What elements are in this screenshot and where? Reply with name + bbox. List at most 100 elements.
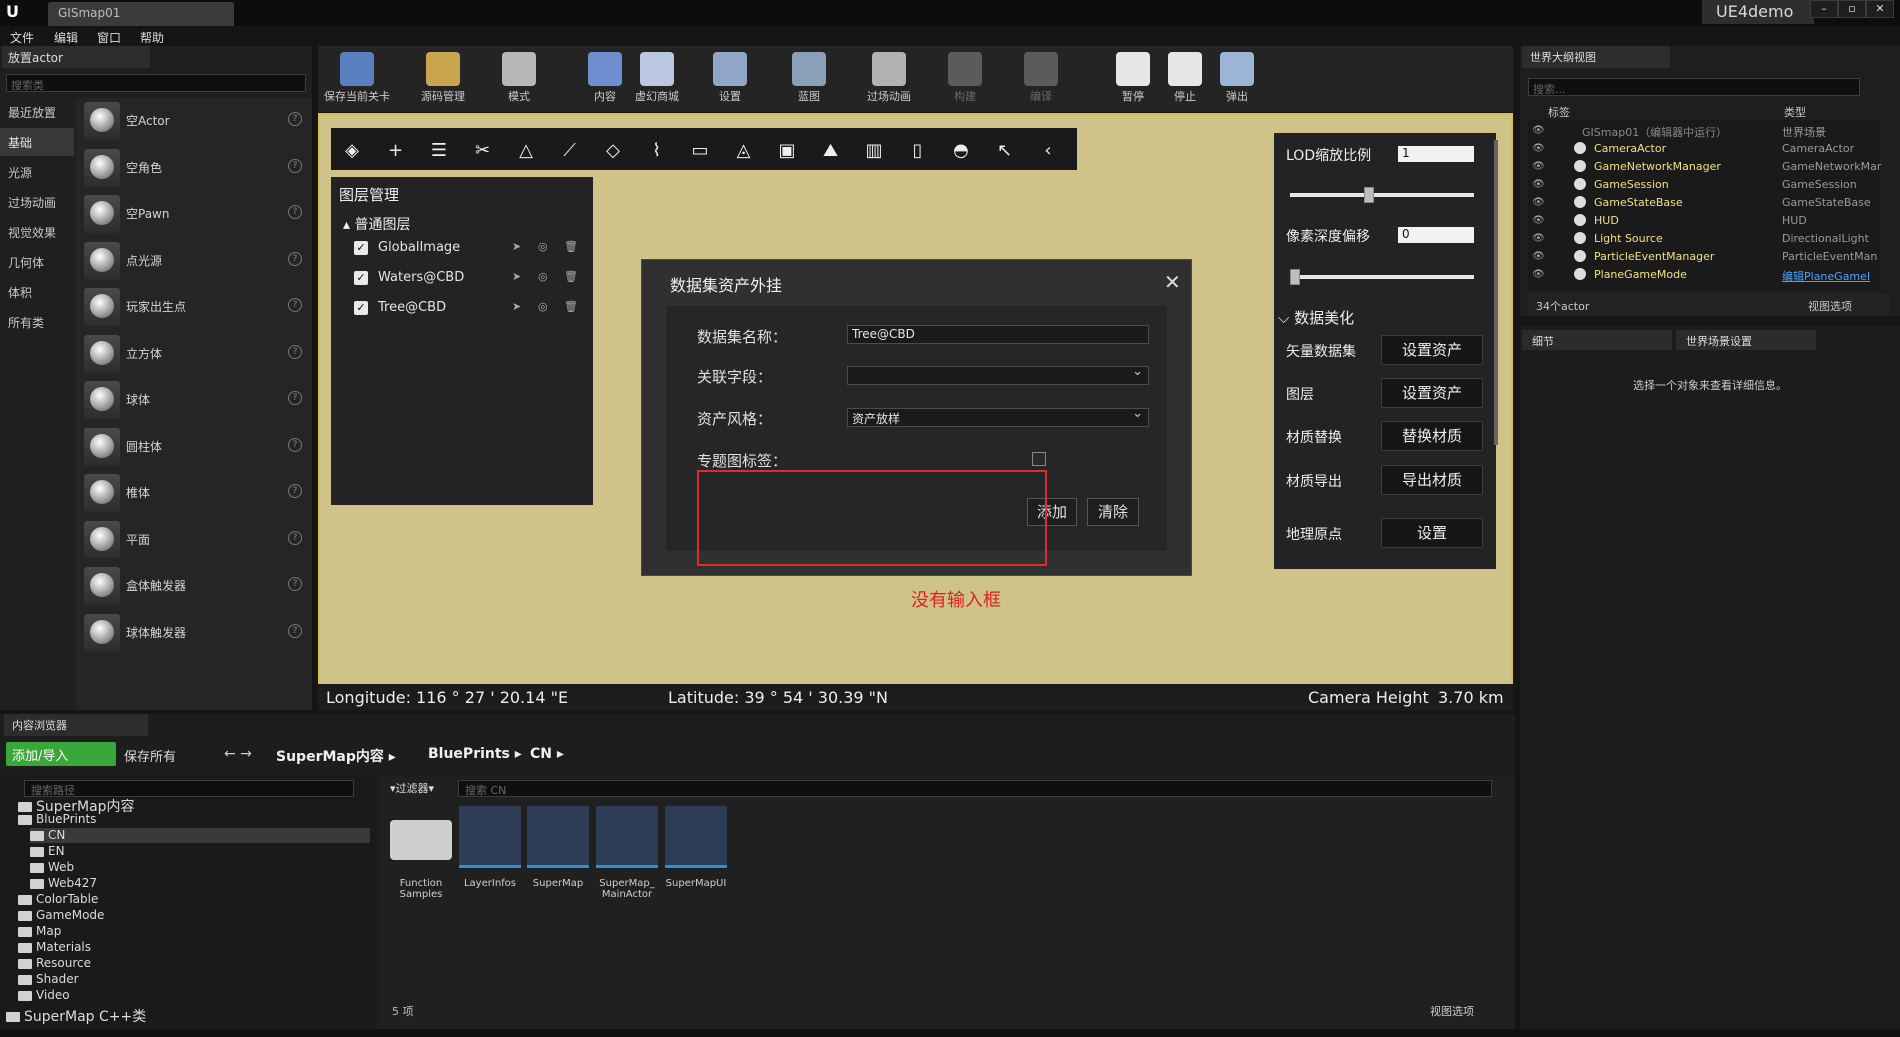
delete-icon[interactable]: 🗑 xyxy=(564,300,578,314)
category-item[interactable]: 最近放置 xyxy=(0,98,74,126)
help-icon[interactable]: ? xyxy=(288,158,302,173)
beauty-row-button[interactable]: 设置资产 xyxy=(1381,378,1483,408)
help-icon[interactable]: ? xyxy=(288,391,302,405)
breadcrumb-blueprints[interactable]: BluePrints ▸ xyxy=(428,746,522,762)
pin-icon[interactable]: ◎ xyxy=(538,240,552,254)
delete-icon[interactable]: 🗑 xyxy=(564,240,578,254)
outliner-row[interactable]: 👁 PlaneGameMode 编辑PlaneGameI xyxy=(1528,266,1888,284)
pin-icon[interactable]: ◎ xyxy=(538,300,552,314)
supermap-tool-icon[interactable]: ◬ xyxy=(731,138,757,164)
folder-tree-item[interactable]: Video xyxy=(18,988,258,1003)
supermap-tool-icon[interactable]: ⌇ xyxy=(644,138,670,164)
category-item[interactable]: 体积 xyxy=(0,278,74,306)
outliner-row[interactable]: 👁 ParticleEventManager ParticleEventMan xyxy=(1528,248,1888,266)
beauty-scrollbar[interactable] xyxy=(1494,140,1498,445)
content-view-options[interactable]: 视图选项 xyxy=(1430,1003,1474,1019)
lod-input[interactable]: 1 xyxy=(1398,146,1474,162)
visibility-eye-icon[interactable]: 👁 xyxy=(1532,215,1545,226)
toolbar-settings-button[interactable]: 设置 xyxy=(695,48,765,110)
clear-button[interactable]: 清除 xyxy=(1087,498,1139,526)
visibility-eye-icon[interactable]: 👁 xyxy=(1532,269,1545,280)
pin-icon[interactable]: ◎ xyxy=(538,270,552,284)
breadcrumb-cn[interactable]: CN ▸ xyxy=(530,746,564,762)
outliner-row[interactable]: 👁 HUD HUD xyxy=(1528,212,1888,230)
place-search-input[interactable]: 搜索类 xyxy=(6,74,306,92)
outliner-view-options[interactable]: 视图选项 xyxy=(1808,298,1852,314)
beauty-section-header[interactable]: ⌵ 数据美化 xyxy=(1278,307,1354,328)
category-item[interactable]: 几何体 xyxy=(0,248,74,276)
supermap-tool-icon[interactable]: ↖ xyxy=(992,138,1018,164)
document-tab[interactable]: GISmap01 xyxy=(48,2,234,26)
supermap-tool-icon[interactable]: ▭ xyxy=(687,138,713,164)
save-all-button[interactable]: 保存所有 xyxy=(124,746,176,765)
place-item[interactable]: 空角色? xyxy=(76,145,312,191)
help-icon[interactable]: ? xyxy=(288,577,302,591)
menu-window[interactable]: 窗口 xyxy=(97,29,121,46)
help-icon[interactable]: ? xyxy=(288,298,302,312)
world-outliner-tab[interactable]: 世界大纲视图 xyxy=(1522,46,1670,68)
maximize-button[interactable]: ▫ xyxy=(1838,0,1866,18)
locate-icon[interactable]: ➤ xyxy=(512,300,526,314)
dataset-name-field[interactable]: Tree@CBD xyxy=(847,325,1149,344)
visibility-eye-icon[interactable]: 👁 xyxy=(1532,125,1545,136)
toolbar-compile-button[interactable]: 编译 xyxy=(1006,48,1076,110)
folder-tree-item[interactable]: SuperMap内容 xyxy=(18,796,258,815)
supermap-tool-icon[interactable]: ☰ xyxy=(426,138,452,164)
visibility-eye-icon[interactable]: 👁 xyxy=(1532,143,1545,154)
help-icon[interactable]: ? xyxy=(288,112,302,126)
visibility-eye-icon[interactable]: 👁 xyxy=(1532,161,1545,172)
layer-visible-checkbox[interactable]: ✓ xyxy=(354,301,368,315)
outliner-row[interactable]: 👁 GameStateBase GameStateBase xyxy=(1528,194,1888,212)
outliner-search-input[interactable]: 搜索... xyxy=(1528,78,1860,96)
layer-visible-checkbox[interactable]: ✓ xyxy=(354,241,368,255)
minimize-button[interactable]: – xyxy=(1810,0,1838,18)
folder-tree-item[interactable]: GameMode xyxy=(18,908,258,923)
help-icon[interactable]: ? xyxy=(288,530,302,545)
visibility-eye-icon[interactable]: 👁 xyxy=(1532,179,1545,190)
supermap-tool-icon[interactable]: ⛰ xyxy=(818,138,844,164)
lod-slider-knob[interactable] xyxy=(1363,187,1374,203)
folder-tree-item[interactable]: SuperMap C++类 xyxy=(6,1006,246,1025)
tag-checkbox[interactable] xyxy=(1032,452,1046,466)
lod-slider[interactable] xyxy=(1290,187,1474,203)
folder-tree-item[interactable]: Web xyxy=(30,860,270,875)
style-select[interactable]: 资产放样 xyxy=(847,406,1149,427)
place-item[interactable]: 空Pawn? xyxy=(76,191,312,237)
category-item[interactable]: 所有类 xyxy=(0,308,74,336)
toolbar-marketplace-button[interactable]: 虚幻商城 xyxy=(622,48,692,110)
path-search-input[interactable]: 搜索路径 xyxy=(24,780,354,797)
supermap-tool-icon[interactable]: ◈ xyxy=(339,138,365,164)
folder-tree-item[interactable]: CN xyxy=(30,828,370,843)
breadcrumb-root[interactable]: SuperMap内容 ▸ xyxy=(276,746,396,766)
supermap-tool-icon[interactable]: ▥ xyxy=(861,138,887,164)
visibility-eye-icon[interactable]: 👁 xyxy=(1532,233,1545,244)
toolbar-cinematics-button[interactable]: 过场动画 xyxy=(854,48,924,110)
place-item[interactable]: 平面? xyxy=(76,517,312,563)
place-item[interactable]: 点光源? xyxy=(76,238,312,284)
folder-tree-item[interactable]: BluePrints xyxy=(18,812,258,827)
folder-tree-item[interactable]: Map xyxy=(18,924,258,939)
place-item[interactable]: 球体触发器? xyxy=(76,610,312,656)
layer-visible-checkbox[interactable]: ✓ xyxy=(354,271,368,285)
delete-icon[interactable]: 🗑 xyxy=(564,270,578,284)
help-icon[interactable]: ? xyxy=(288,484,302,498)
help-icon[interactable]: ? xyxy=(288,437,302,452)
asset-search-input[interactable]: 搜索 CN xyxy=(458,780,1492,797)
outliner-root-row[interactable]: 👁 GISmap01（编辑器中运行） 世界场景 xyxy=(1528,122,1888,140)
outliner-row[interactable]: 👁 CameraActor CameraActor xyxy=(1528,140,1888,158)
supermap-tool-icon[interactable]: ‹ xyxy=(1035,138,1061,164)
folder-tree-item[interactable]: Materials xyxy=(18,940,258,955)
beauty-row-button[interactable]: 导出材质 xyxy=(1381,465,1483,495)
depth-slider-knob[interactable] xyxy=(1290,269,1300,285)
supermap-tool-icon[interactable]: + xyxy=(383,138,409,164)
menu-help[interactable]: 帮助 xyxy=(140,29,164,46)
place-item[interactable]: 圆柱体? xyxy=(76,424,312,470)
folder-tree-item[interactable]: Shader xyxy=(18,972,258,987)
depth-input[interactable]: 0 xyxy=(1398,227,1474,243)
close-window-button[interactable]: ✕ xyxy=(1866,0,1894,18)
depth-slider[interactable] xyxy=(1290,269,1474,285)
locate-icon[interactable]: ➤ xyxy=(512,270,526,284)
layer-row[interactable]: ✓ Waters@CBD ➤ ◎ 🗑 xyxy=(352,267,582,291)
toolbar-source-control-button[interactable]: 源码管理 xyxy=(408,48,478,110)
details-tab[interactable]: 细节 xyxy=(1522,330,1672,350)
